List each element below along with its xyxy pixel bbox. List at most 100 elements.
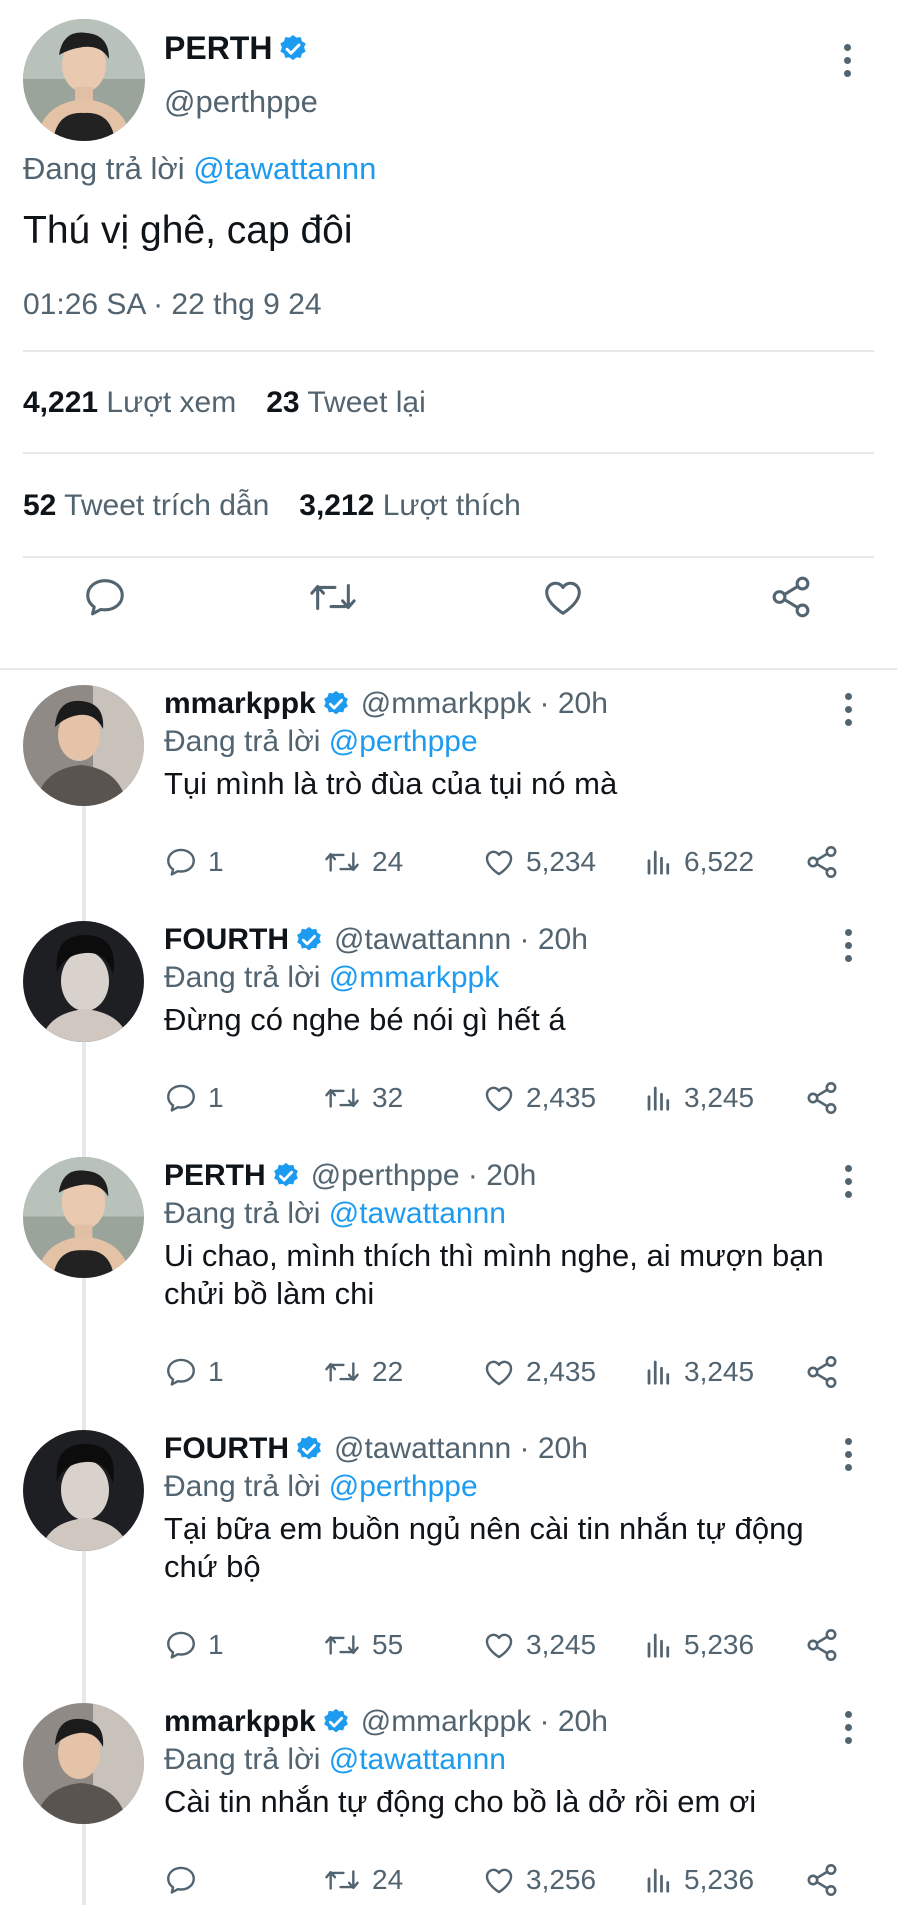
like-count: 2,435	[526, 1082, 597, 1113]
like-button[interactable]: 3,256	[482, 1860, 596, 1900]
view-count: 3,245	[684, 1356, 755, 1387]
retweet-button[interactable]: 32	[322, 1078, 403, 1118]
reply-count: 1	[208, 846, 224, 877]
replying-to: Đang trả lời @perthppe	[164, 1470, 478, 1504]
retweet-button[interactable]: 24	[322, 1860, 403, 1900]
retweet-count: 24	[372, 846, 404, 877]
replying-to: Đang trả lời @tawattannn	[23, 151, 376, 187]
retweet-button[interactable]: 55	[322, 1625, 403, 1665]
like-button[interactable]: 2,435	[482, 1078, 596, 1118]
author-name[interactable]: mmarkppk	[164, 1705, 316, 1739]
reply-prefix: Đang trả lời	[164, 1197, 321, 1230]
reply-button[interactable]: 1	[164, 1352, 224, 1392]
views-button[interactable]: 3,245	[644, 1078, 754, 1118]
like-icon[interactable]	[540, 574, 586, 620]
author-name[interactable]: PERTH	[164, 30, 272, 67]
like-button[interactable]: 3,245	[482, 1625, 596, 1665]
retweet-count: 32	[372, 1082, 404, 1113]
retweet-button[interactable]: 24	[322, 842, 403, 882]
retweet-icon	[325, 852, 359, 872]
view-count: 5,236	[684, 1629, 755, 1660]
author-handle-time[interactable]: @tawattannn · 20h	[334, 1432, 588, 1466]
more-icon[interactable]	[838, 1165, 858, 1198]
replying-to: Đang trả lời @mmarkppk	[164, 961, 499, 995]
reply-to-link[interactable]: @perthppe	[329, 1470, 478, 1503]
author-name[interactable]: PERTH	[164, 1159, 266, 1193]
tweet-timestamp[interactable]: 01:26 SA · 22 thg 9 24	[23, 288, 322, 322]
reply-to-link[interactable]: @tawattannn	[329, 1743, 506, 1776]
action-bar: 1 22 2,435 3,245	[164, 1352, 874, 1392]
reply-to-link[interactable]: @tawattannn	[329, 1197, 506, 1230]
reply-button[interactable]: 1	[164, 1078, 224, 1118]
like-icon	[485, 1868, 513, 1894]
divider	[23, 350, 874, 352]
like-icon	[485, 1360, 513, 1386]
verified-badge-icon	[294, 1434, 324, 1464]
avatar-perth[interactable]	[23, 1157, 144, 1278]
avatar-perth[interactable]	[23, 19, 145, 141]
avatar-fourth[interactable]	[23, 1430, 144, 1551]
more-icon[interactable]	[838, 1711, 858, 1744]
retweet-count: 24	[372, 1864, 404, 1895]
views-button[interactable]: 5,236	[644, 1860, 754, 1900]
retweet-count: 22	[372, 1356, 404, 1387]
reply-icon[interactable]	[82, 574, 128, 620]
reply-to-link[interactable]: @perthppe	[329, 725, 478, 758]
more-icon[interactable]	[837, 44, 857, 77]
more-icon[interactable]	[838, 929, 858, 962]
reply-tweet: mmarkppk @mmarkppk · 20h Đang trả lời @t…	[0, 1693, 897, 1920]
views-icon	[647, 1868, 670, 1893]
author-handle-time[interactable]: @tawattannn · 20h	[334, 923, 588, 957]
reply-header: mmarkppk @mmarkppk · 20h	[164, 687, 608, 721]
share-button[interactable]	[804, 1860, 840, 1900]
views-button[interactable]: 6,522	[644, 842, 754, 882]
author-handle-time[interactable]: @mmarkppk · 20h	[361, 687, 608, 721]
reply-button[interactable]: 1	[164, 1625, 224, 1665]
views-stat[interactable]: 4,221 Lượt xem	[23, 386, 236, 420]
avatar-mmarkppk[interactable]	[23, 1703, 144, 1824]
author-name[interactable]: FOURTH	[164, 923, 289, 957]
likes-stat[interactable]: 3,212 Lượt thích	[299, 489, 521, 523]
retweet-button[interactable]: 22	[322, 1352, 403, 1392]
more-icon[interactable]	[838, 1438, 858, 1471]
replying-to: Đang trả lời @tawattannn	[164, 1197, 506, 1231]
share-icon[interactable]	[768, 574, 814, 620]
avatar-fourth[interactable]	[23, 921, 144, 1042]
reply-button[interactable]: 1	[164, 842, 224, 882]
share-button[interactable]	[804, 1352, 840, 1392]
share-icon	[807, 1082, 837, 1114]
author-handle[interactable]: @perthppe	[164, 84, 318, 120]
views-button[interactable]: 3,245	[644, 1352, 754, 1392]
like-button[interactable]: 5,234	[482, 842, 596, 882]
reply-to-link[interactable]: @mmarkppk	[329, 961, 499, 994]
verified-badge-icon	[294, 925, 324, 955]
author-name[interactable]: FOURTH	[164, 1432, 289, 1466]
reply-header: FOURTH @tawattannn · 20h	[164, 1432, 588, 1466]
reply-button[interactable]	[164, 1860, 208, 1900]
share-button[interactable]	[804, 842, 840, 882]
action-bar: 1 55 3,245 5,236	[164, 1625, 874, 1665]
main-action-bar	[0, 574, 897, 654]
share-button[interactable]	[804, 1078, 840, 1118]
reply-to-link[interactable]: @tawattannn	[193, 151, 376, 186]
author-name[interactable]: mmarkppk	[164, 687, 316, 721]
like-icon	[485, 850, 513, 876]
share-button[interactable]	[804, 1625, 840, 1665]
author-handle-time[interactable]: @perthppe · 20h	[311, 1159, 537, 1193]
like-count: 2,435	[526, 1356, 597, 1387]
retweet-icon[interactable]	[307, 574, 359, 620]
views-button[interactable]: 5,236	[644, 1625, 754, 1665]
quotes-stat[interactable]: 52 Tweet trích dẫn	[23, 489, 269, 523]
tweet-text: Ui chao, mình thích thì mình nghe, ai mư…	[164, 1238, 824, 1311]
verified-badge-icon	[271, 1161, 301, 1191]
action-bar: 1 32 2,435 3,245	[164, 1078, 874, 1118]
avatar-mmarkppk[interactable]	[23, 685, 144, 806]
like-button[interactable]: 2,435	[482, 1352, 596, 1392]
author-handle-time[interactable]: @mmarkppk · 20h	[361, 1705, 608, 1739]
share-icon	[807, 1629, 837, 1661]
reply-tweet: PERTH @perthppe · 20h Đang trả lời @tawa…	[0, 1147, 897, 1407]
retweets-stat[interactable]: 23 Tweet lại	[266, 386, 426, 420]
tweet-text: Cài tin nhắn tự động cho bồ là dở rồi em…	[164, 1784, 757, 1819]
more-icon[interactable]	[838, 693, 858, 726]
views-icon	[647, 1086, 670, 1111]
